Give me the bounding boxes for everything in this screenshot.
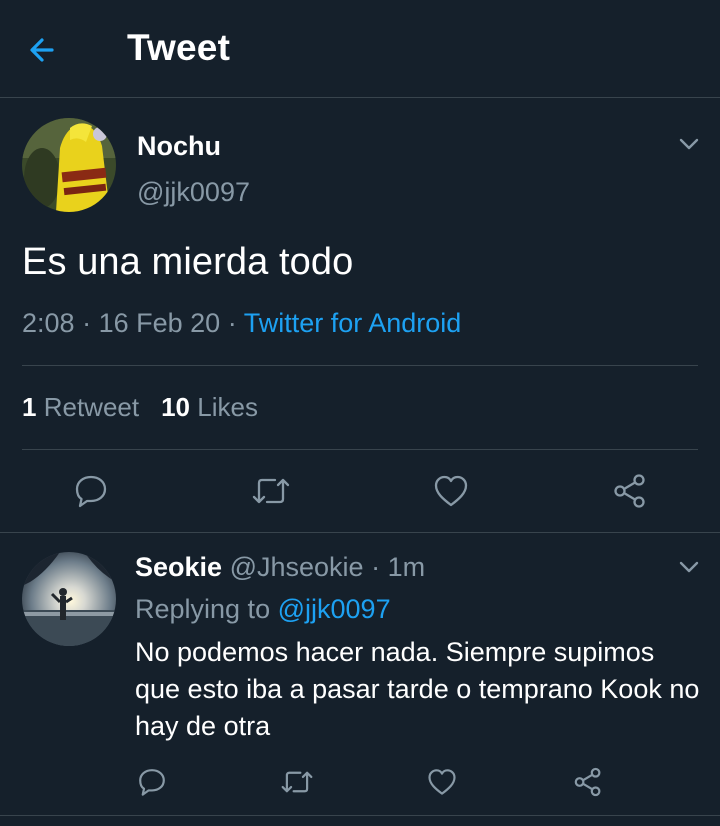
- reply-icon: [139, 769, 165, 796]
- retweet-count: 1: [22, 392, 37, 422]
- reply-button[interactable]: [132, 762, 172, 802]
- tweet-time: 2:08: [22, 308, 75, 338]
- replying-to-label: Replying to: [135, 594, 271, 624]
- retweet-stat[interactable]: 1 Retweet: [22, 392, 139, 422]
- reply-author-name[interactable]: Seokie: [135, 552, 222, 582]
- tweet-date: 16 Feb 20: [98, 308, 221, 338]
- likes-stat[interactable]: 10 Likes: [161, 392, 258, 422]
- retweet-button[interactable]: [277, 762, 317, 802]
- share-button[interactable]: [605, 466, 655, 516]
- chevron-down-icon[interactable]: [676, 554, 702, 580]
- replying-to: Replying to @jjk0097: [135, 594, 391, 625]
- retweet-button[interactable]: [246, 466, 296, 516]
- like-icon: [434, 475, 468, 507]
- retweet-label: Retweet: [43, 392, 140, 422]
- reply-time: 1m: [387, 552, 426, 582]
- tweet-source-link[interactable]: Twitter for Android: [244, 308, 462, 338]
- likes-label: Likes: [197, 392, 258, 422]
- page-title: Tweet: [127, 27, 231, 68]
- top-bar: Tweet: [0, 0, 720, 98]
- share-icon: [614, 474, 645, 508]
- tweet-stats: 1 Retweet 10 Likes: [22, 392, 258, 423]
- like-button[interactable]: [426, 466, 476, 516]
- retweet-icon: [281, 771, 313, 793]
- share-button[interactable]: [568, 762, 608, 802]
- like-count: 10: [161, 392, 191, 422]
- retweet-icon: [252, 478, 290, 504]
- like-button[interactable]: [422, 762, 462, 802]
- reply-author-avatar[interactable]: [22, 552, 116, 646]
- divider: [22, 449, 698, 450]
- tweet-meta: 2:08 · 16 Feb 20 · Twitter for Android: [22, 308, 462, 338]
- back-button[interactable]: [22, 30, 62, 70]
- divider: [0, 815, 720, 816]
- arrow-left-icon: [30, 38, 54, 62]
- like-icon: [428, 769, 456, 795]
- divider: [0, 532, 720, 533]
- reply-button[interactable]: [66, 466, 116, 516]
- replying-to-mention[interactable]: @jjk0097: [278, 594, 391, 624]
- tweet-text: Es una mierda todo: [22, 241, 354, 283]
- reply-text: No podemos hacer nada. Siempre supimos q…: [135, 637, 700, 741]
- chevron-down-icon[interactable]: [676, 131, 702, 157]
- reply-header: Seokie @Jhseokie · 1m: [135, 552, 426, 582]
- author-name[interactable]: Nochu: [137, 131, 221, 162]
- author-handle[interactable]: @jjk0097: [137, 177, 250, 208]
- share-icon: [574, 767, 601, 797]
- divider: [22, 365, 698, 366]
- reply-icon: [75, 475, 107, 508]
- reply-author-handle[interactable]: @Jhseokie: [230, 552, 364, 582]
- author-avatar[interactable]: [22, 118, 116, 212]
